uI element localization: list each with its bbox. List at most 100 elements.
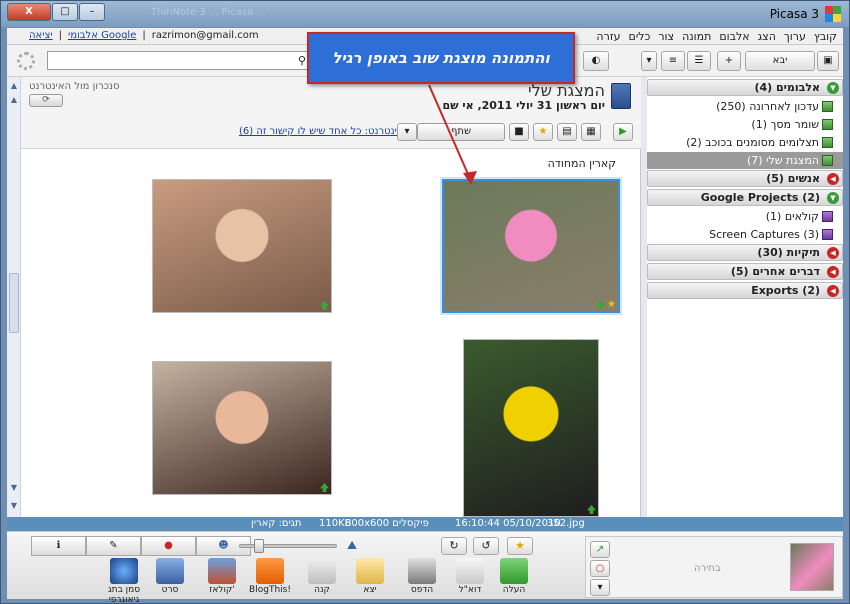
menu-item[interactable]: עזרה [596,30,620,43]
sidebar-section[interactable]: תיקיות (30) ◀ [647,244,843,261]
album-icon [822,155,833,166]
info-segment: ℹ ✎ ● ☻ [31,536,251,556]
action-button[interactable]: דוא"ל [447,558,493,595]
sidebar-section-label: אלבומים (4) [754,81,820,94]
pin-icon[interactable]: ● [141,536,196,556]
dropdown-button[interactable]: ▾ [641,51,657,71]
scroll-thumb[interactable] [9,273,19,333]
window-title: Picasa 3 [769,7,819,21]
star-icon[interactable]: ★ [533,123,553,141]
menu-item[interactable]: קובץ [814,30,837,43]
status-bar: 352.jpg 16:10:44 05/10/2010 800x600 פיקס… [7,517,843,531]
action-button[interactable]: סמן בתג גיאוגרפי [101,558,147,604]
chevron-down-icon[interactable]: ▼ [827,192,839,204]
share-dropdown-icon[interactable]: ▾ [397,123,417,141]
action-button[interactable]: העלה [491,558,537,595]
play-slideshow-icon[interactable]: ▶ [613,123,633,141]
sidebar-item[interactable]: שומר מסך (1) [647,116,843,133]
sync-label: סנכרון מול האינטרנט [29,81,120,92]
photo-thumbnail[interactable] [152,361,332,495]
vertical-scrollbar[interactable]: ▲ ▲ ▼ ▼ [7,77,21,517]
menu-items: קובץ ערוך הצג אלבום תמונה צור כלים עזרה [596,30,837,43]
action-button[interactable]: BlogThis! [247,558,293,595]
menu-item[interactable]: כלים [629,30,651,43]
menu-item[interactable]: תמונה [682,30,711,43]
sidebar-section[interactable]: אנשים (5) ◀ [647,170,843,187]
sidebar-item[interactable]: קולאים (1) [647,208,843,225]
menu-item[interactable]: הצג [758,30,776,43]
tray-thumbnail[interactable] [790,543,834,591]
sidebar-section[interactable]: דברים אחרים (5) ◀ [647,263,843,280]
photo-thumbnail[interactable]: ★ [442,179,620,313]
minimize-button[interactable]: – [79,3,105,21]
menu-item[interactable]: אלבום [719,30,749,43]
action-button[interactable]: סרט [147,558,193,595]
account-separator: | [58,30,62,41]
view-options-button[interactable]: ≡ [661,51,685,71]
slideshow-icon[interactable]: ▣ [817,51,839,71]
menu-item[interactable]: צור [658,30,674,43]
search-icon[interactable]: ⚲ [298,54,306,67]
sidebar-section-label: Exports (2) [751,284,820,297]
sidebar-item[interactable]: עדכון לאחרונה (250) [647,98,843,115]
action-button[interactable]: קנה [299,558,345,595]
photo-badges: ★ [596,300,616,310]
annotation-arrow-icon [428,84,477,185]
chevron-left-icon[interactable]: ◀ [827,173,839,185]
google-albums-link[interactable]: אלבומי Google [68,30,136,41]
window-controls: X □ – [7,3,105,21]
add-to-album-icon[interactable]: ▾ [590,579,610,596]
zoom-slider[interactable] [239,539,337,553]
scroll-down-icon[interactable]: ▼ [9,483,19,495]
sidebar-item-label: המצגת שלי (7) [746,154,819,167]
action-label: קולאז' [209,585,235,595]
rotate-left-icon[interactable]: ↺ [473,537,499,555]
scroll-up-icon[interactable]: ▲ [9,81,19,93]
action-button[interactable]: קולאז' [199,558,245,595]
import-button[interactable]: יבא [745,51,815,71]
zoom-slider-knob[interactable] [254,539,264,553]
photo-badges [320,301,329,310]
action-button[interactable]: הדפס [399,558,445,595]
info-icon[interactable]: ℹ [31,536,86,556]
sync-toggle[interactable]: ⟳ [29,94,63,107]
menu-item[interactable]: ערוך [784,30,806,43]
hold-icon[interactable]: ↗ [590,541,610,558]
sidebar-item[interactable]: המצגת שלי (7) [647,152,843,169]
clear-icon[interactable]: ○ [590,560,610,577]
maximize-button[interactable]: □ [52,3,78,21]
rotate-right-icon[interactable]: ↻ [441,537,467,555]
search-input[interactable] [48,52,288,68]
star-toggle-icon[interactable]: ★ [507,537,533,555]
action-button[interactable]: יצא [347,558,393,595]
tag-icon[interactable]: ✎ [86,536,141,556]
sidebar-section[interactable]: Exports (2) ◀ [647,282,843,299]
title-bar[interactable]: X □ – ThinNote 3 ... Picasa ... Picasa 3 [1,1,849,27]
sidebar-item-label: עדכון לאחרונה (250) [716,100,819,113]
photo-thumbnail[interactable] [152,179,332,313]
close-button[interactable]: X [7,3,51,21]
photo-thumbnail[interactable] [463,339,599,517]
sidebar-section[interactable]: Google Projects (2) ▼ [647,189,843,206]
list-view-button[interactable]: ☰ [687,51,711,71]
scroll-up-icon[interactable]: ▲ [9,95,19,107]
save-icon[interactable]: ■ [509,123,529,141]
person-tool-button[interactable]: ◐ [583,51,609,71]
chevron-left-icon[interactable]: ◀ [827,266,839,278]
exit-link[interactable]: יציאה [29,30,53,41]
sidebar-section[interactable]: אלבומים (4) ▼ [647,79,843,96]
new-album-button[interactable]: + [717,51,741,71]
chevron-down-icon[interactable]: ▼ [827,82,839,94]
movie-icon[interactable]: ▦ [581,123,601,141]
scroll-down-icon[interactable]: ▼ [9,501,19,513]
sidebar-item[interactable]: תצלומים מסומנים בכוכב (2) [647,134,843,151]
collage-icon[interactable]: ▤ [557,123,577,141]
import-label: יבא [772,55,788,66]
chevron-left-icon[interactable]: ◀ [827,247,839,259]
sidebar-item[interactable]: Screen Captures (3) [647,226,843,243]
search-box[interactable]: ⚲ [47,51,311,70]
album-icon [822,101,833,112]
chevron-left-icon[interactable]: ◀ [827,285,839,297]
upload-badge-icon [587,505,596,514]
album-icon [822,211,833,222]
